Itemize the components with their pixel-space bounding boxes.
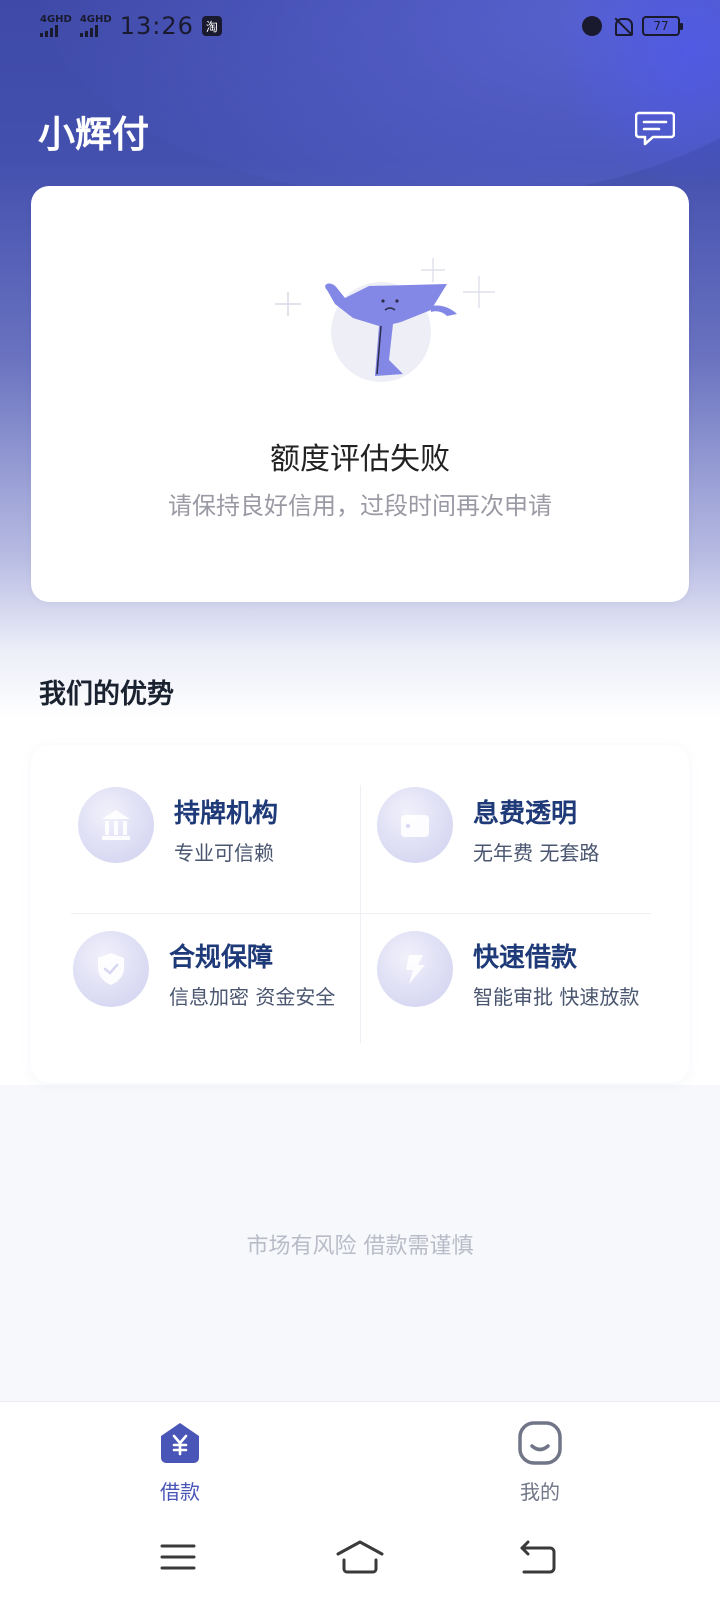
sad-mascot-illustration xyxy=(275,258,495,382)
advantage-name: 合规保障 xyxy=(169,943,274,973)
bank-icon xyxy=(78,787,154,863)
system-nav-bar xyxy=(0,1516,720,1600)
taobao-icon: 淘 xyxy=(201,16,222,36)
nav-item-loan[interactable]: 借款 xyxy=(120,1420,240,1510)
status-bar: 4GHD 4GHD 13:26 淘 77 xyxy=(0,0,720,56)
menu-icon xyxy=(160,1544,196,1570)
battery-level: 77 xyxy=(653,19,669,33)
bottom-nav: 借款 我的 xyxy=(0,1401,720,1516)
result-subtitle: 请保持良好信用，过段时间再次申请 xyxy=(168,492,552,520)
menu-button[interactable] xyxy=(150,1538,210,1578)
advantage-name: 息费透明 xyxy=(473,799,578,829)
home-icon xyxy=(336,1540,384,1574)
divider xyxy=(71,913,651,914)
advantage-desc: 专业可信赖 xyxy=(174,841,274,865)
signal-label: 4GHD xyxy=(40,14,72,25)
back-button[interactable] xyxy=(510,1538,570,1578)
advantage-name: 快速借款 xyxy=(473,943,578,973)
signal-icon: 4GHD xyxy=(79,14,112,37)
advantage-fast: 快速借款 智能审批 快速放款 xyxy=(377,931,677,1021)
advantages-card: 持牌机构 专业可信赖 息费透明 无年费 无套路 合规保障 信息加密 资金安全 快… xyxy=(31,745,689,1083)
yuan-house-icon xyxy=(157,1420,203,1466)
smile-face-icon xyxy=(517,1420,563,1466)
advantage-licensed: 持牌机构 专业可信赖 xyxy=(78,787,378,877)
status-left: 4GHD 4GHD 13:26 淘 xyxy=(40,12,222,40)
alarm-icon xyxy=(582,16,602,36)
wallet-icon xyxy=(377,787,453,863)
signal-label: 4GHD xyxy=(79,14,112,25)
back-icon xyxy=(520,1540,556,1574)
result-title: 额度评估失败 xyxy=(270,442,450,477)
risk-disclaimer: 市场有风险 借款需谨慎 xyxy=(246,1234,474,1259)
advantage-desc: 无年费 无套路 xyxy=(473,841,600,865)
advantage-compliant: 合规保障 信息加密 资金安全 xyxy=(73,931,373,1021)
app-title: 小辉付 xyxy=(38,113,149,156)
advantage-transparent: 息费透明 无年费 无套路 xyxy=(377,787,677,877)
status-time: 13:26 xyxy=(119,12,194,40)
nav-label-loan: 借款 xyxy=(160,1480,200,1504)
shield-icon xyxy=(73,931,149,1007)
signal-icon: 4GHD xyxy=(40,15,72,37)
bell-muted-icon xyxy=(612,16,633,36)
lightning-icon xyxy=(377,931,453,1007)
advantage-desc: 智能审批 快速放款 xyxy=(473,985,640,1009)
nav-label-mine: 我的 xyxy=(520,1480,560,1504)
result-card: 额度评估失败 请保持良好信用，过段时间再次申请 xyxy=(31,186,689,602)
advantage-name: 持牌机构 xyxy=(174,799,279,829)
advantage-desc: 信息加密 资金安全 xyxy=(169,985,336,1009)
nav-item-mine[interactable]: 我的 xyxy=(480,1420,600,1510)
status-right: 77 xyxy=(582,16,683,36)
message-icon xyxy=(634,111,676,146)
section-title: 我们的优势 xyxy=(39,679,174,710)
home-button[interactable] xyxy=(330,1538,390,1578)
message-button[interactable] xyxy=(634,110,676,148)
battery-icon: 77 xyxy=(642,16,683,36)
